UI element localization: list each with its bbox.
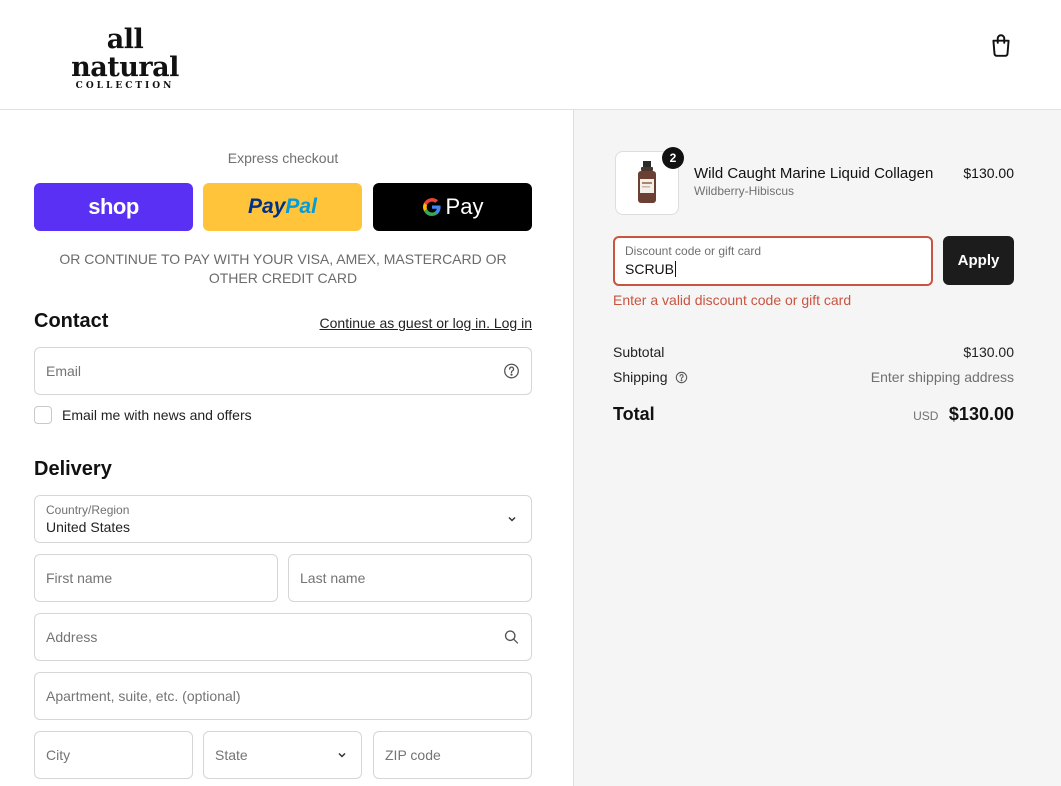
- apply-discount-button[interactable]: Apply: [943, 236, 1014, 285]
- paypal-label-pay: Pay: [248, 195, 286, 218]
- total-amount-wrapper: USD $130.00: [913, 404, 1014, 425]
- first-name-input[interactable]: [35, 555, 277, 601]
- total-value: $130.00: [948, 404, 1014, 424]
- paypal-button[interactable]: Pay Pal: [203, 183, 362, 231]
- subtotal-row: Subtotal $130.00: [613, 344, 1014, 360]
- currency-code: USD: [913, 409, 939, 423]
- text-caret: [675, 261, 677, 277]
- city-input[interactable]: [35, 732, 192, 778]
- last-name-field-container: [288, 554, 532, 602]
- discount-value: SCRUB: [625, 261, 675, 277]
- state-select[interactable]: State: [203, 731, 362, 779]
- logo-main-text: all natural: [71, 24, 179, 83]
- newsletter-checkbox[interactable]: [34, 406, 52, 424]
- country-value: United States: [46, 519, 131, 535]
- apartment-input[interactable]: [35, 673, 531, 719]
- shipping-label: Shipping: [613, 369, 668, 385]
- total-row: Total USD $130.00: [613, 404, 1014, 425]
- email-field-container: [34, 347, 532, 395]
- apartment-field-container: [34, 672, 532, 720]
- google-pay-label: Pay: [445, 194, 484, 219]
- chevron-down-icon: [508, 516, 516, 522]
- express-checkout-label: Express checkout: [227, 150, 339, 166]
- address-field-container: [34, 613, 532, 661]
- or-continue-text: OR CONTINUE TO PAY WITH YOUR VISA, AMEX,…: [59, 251, 507, 286]
- newsletter-label: Email me with news and offers: [62, 407, 252, 423]
- zip-field-container: [373, 731, 532, 779]
- discount-code-input[interactable]: Discount code or gift card SCRUB: [613, 236, 933, 286]
- city-field-container: [34, 731, 193, 779]
- last-name-input[interactable]: [289, 555, 531, 601]
- help-circle-icon[interactable]: [675, 371, 688, 384]
- total-label: Total: [613, 404, 655, 424]
- header: all natural COLLECTION: [0, 0, 1061, 110]
- search-icon: [504, 630, 519, 644]
- zip-input[interactable]: [374, 732, 531, 778]
- product-price: $130.00: [963, 165, 1014, 181]
- first-name-field-container: [34, 554, 278, 602]
- address-input[interactable]: [35, 614, 531, 660]
- checkout-form-panel: Express checkout shop Pay Pal Pay OR CONT…: [0, 110, 574, 786]
- state-label: State: [215, 747, 248, 763]
- brand-logo[interactable]: all natural COLLECTION: [50, 24, 200, 92]
- paypal-label-pal: Pal: [285, 195, 317, 218]
- discount-label: Discount code or gift card: [625, 244, 762, 258]
- shipping-label-wrapper: Shipping: [613, 369, 688, 385]
- newsletter-row: Email me with news and offers: [34, 406, 252, 424]
- email-input[interactable]: [35, 348, 531, 394]
- shipping-row: Shipping Enter shipping address: [613, 369, 1014, 385]
- google-pay-button[interactable]: Pay: [373, 183, 532, 231]
- google-g-icon: [422, 198, 441, 216]
- order-summary-panel: 2 Wild Caught Marine Liquid Collagen Wil…: [574, 110, 1061, 786]
- chevron-down-icon: [338, 752, 346, 758]
- delivery-heading: Delivery: [34, 458, 112, 480]
- subtotal-value: $130.00: [963, 344, 1014, 360]
- country-select[interactable]: Country/Region United States: [34, 495, 532, 543]
- country-label: Country/Region: [46, 503, 130, 517]
- shipping-value: Enter shipping address: [870, 369, 1014, 385]
- product-name: Wild Caught Marine Liquid Collagen: [694, 165, 934, 182]
- product-variant: Wildberry-Hibiscus: [694, 184, 795, 198]
- shop-pay-label: shop: [88, 194, 139, 219]
- discount-error-message: Enter a valid discount code or gift card: [613, 292, 852, 308]
- quantity-badge: 2: [662, 147, 684, 169]
- shopping-bag-icon[interactable]: [988, 32, 1014, 58]
- shop-pay-button[interactable]: shop: [34, 183, 193, 231]
- contact-heading: Contact: [34, 310, 109, 332]
- discount-value-wrapper: SCRUB: [625, 261, 677, 277]
- login-link[interactable]: Continue as guest or log in. Log in: [320, 315, 532, 331]
- help-circle-icon[interactable]: [503, 363, 520, 380]
- subtotal-label: Subtotal: [613, 344, 665, 360]
